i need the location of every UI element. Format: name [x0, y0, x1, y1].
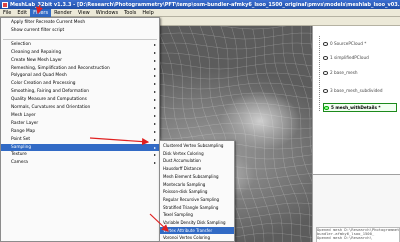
menu-item-label: Mesh Layer	[11, 112, 36, 118]
filters-item-selection[interactable]: Selection ▸	[1, 41, 159, 48]
sampling-item-mesh-element-subsampling[interactable]: Mesh Element Subsampling	[160, 173, 234, 181]
filters-item-quality-measure-and-computations[interactable]: Quality Measure and Computations ▸	[1, 96, 159, 103]
sampling-item-texel-sampling[interactable]: Texel Sampling	[160, 211, 234, 219]
sampling-item-regular-recursive-sampling[interactable]: Regular Recursive Sampling	[160, 196, 234, 204]
submenu-arrow-icon: ▸	[153, 152, 156, 158]
sampling-item-clustered-vertex-subsampling[interactable]: Clustered Vertex Subsampling	[160, 142, 234, 150]
menu-windows[interactable]: Windows	[93, 9, 121, 17]
submenu-arrow-icon: ▸	[153, 120, 156, 126]
layer-item[interactable]: 1 simplifiedPCloud	[323, 53, 397, 62]
menu-item-label: Polygonal and Quad Mesh	[11, 73, 67, 79]
sampling-item-stratified-triangle-sampling[interactable]: Stratified Triangle Sampling	[160, 204, 234, 212]
menu-item-label: Show current filter script	[11, 27, 65, 33]
menu-filters[interactable]: Filters	[30, 8, 52, 17]
menu-item-label: Raster Layer	[11, 120, 39, 126]
submenu-arrow-icon: ▸	[153, 57, 156, 63]
filters-item-sampling[interactable]: Sampling ▸	[1, 143, 159, 151]
submenu-arrow-icon: ▸	[153, 112, 156, 118]
visibility-eye-icon[interactable]	[324, 105, 329, 110]
filters-menu: Apply filter Recreate Current Mesh Show c…	[0, 17, 160, 242]
filters-item-color-creation-and-processing[interactable]: Color Creation and Processing ▸	[1, 80, 159, 87]
sampling-item-variable-density-disk-sampling[interactable]: Variable Density Disk Sampling	[160, 219, 234, 227]
menu-help[interactable]: Help	[139, 9, 156, 17]
submenu-arrow-icon: ▸	[153, 128, 156, 134]
sampling-item-dust-accumulation[interactable]: Dust Accumulation	[160, 157, 234, 165]
filters-item-apply-filter-recreate-current-mesh[interactable]: Apply filter Recreate Current Mesh	[1, 19, 159, 26]
submenu-arrow-icon: ▸	[153, 73, 156, 79]
layer-label: 0 SourcePCloud *	[330, 41, 367, 46]
layer-label: 2 base_mesh	[330, 70, 358, 75]
filters-item-texture[interactable]: Texture ▸	[1, 151, 159, 158]
submenu-arrow-icon: ▸	[153, 89, 156, 95]
menu-file[interactable]: File	[0, 9, 14, 17]
submenu-arrow-icon: ▸	[153, 81, 156, 87]
filters-item-mesh-layer[interactable]: Mesh Layer ▸	[1, 112, 159, 119]
menu-separator	[3, 38, 157, 40]
submenu-arrow-icon: ▸	[153, 105, 156, 110]
visibility-eye-icon[interactable]	[323, 70, 328, 75]
filters-item-point-set[interactable]: Point Set ▸	[1, 136, 159, 143]
layer-label: 1 simplifiedPCloud	[330, 55, 369, 60]
menu-item-label: Quality Measure and Computations	[11, 97, 87, 103]
layer-label: 3 base_mesh_subdivided	[330, 88, 383, 93]
window-title: MeshLab_32bit v1.3.3 - [D:\Research\Phot…	[10, 1, 400, 8]
sampling-item-montecarlo-sampling[interactable]: Montecarlo Sampling	[160, 181, 234, 189]
sampling-item-hausdorff-distance[interactable]: Hausdorff Distance	[160, 165, 234, 173]
filters-item-normals-curvatures-and-orientation[interactable]: Normals, Curvatures and Orientation ▸	[1, 104, 159, 111]
menu-view[interactable]: View	[75, 9, 93, 17]
filters-item-raster-layer[interactable]: Raster Layer ▸	[1, 120, 159, 127]
sampling-item-poisson-disk-sampling[interactable]: Poisson-disk Sampling	[160, 188, 234, 196]
menu-bar: File Edit Filters Render View Windows Tools Hel…	[0, 8, 400, 17]
sampling-item-disk-vertex-coloring[interactable]: Disk Vertex Coloring	[160, 150, 234, 158]
menu-render[interactable]: Render	[51, 9, 75, 17]
log-output: Opened mesh D:\Research\Photogrammetry\P…	[316, 227, 400, 242]
layer-item[interactable]: 5 mesh_withDetails *	[323, 103, 397, 112]
menu-item-label: Remeshing, Simplification and Reconstruc…	[11, 65, 110, 71]
menu-edit[interactable]: Edit	[14, 9, 30, 17]
layer-label: 5 mesh_withDetails *	[331, 105, 381, 110]
visibility-eye-icon[interactable]	[323, 88, 328, 93]
visibility-eye-icon[interactable]	[323, 55, 328, 60]
submenu-arrow-icon: ▸	[153, 160, 156, 166]
submenu-arrow-icon: ▸	[153, 97, 156, 103]
filters-item-polygonal-and-quad-mesh[interactable]: Polygonal and Quad Mesh ▸	[1, 72, 159, 79]
menu-item-label: Camera	[11, 160, 28, 166]
filters-item-smoothing-fairing-and-deformation[interactable]: Smoothing, Fairing and Deformation ▸	[1, 88, 159, 95]
menu-item-label: Apply filter Recreate Current Mesh	[11, 20, 86, 25]
layer-item[interactable]: 3 base_mesh_subdivided	[323, 86, 397, 95]
menu-item-label: Normals, Curvatures and Orientation	[11, 105, 91, 110]
menu-item-label: Create New Mesh Layer	[11, 57, 63, 63]
sampling-item-voronoi-vertex-coloring[interactable]: Voronoi Vertex Coloring	[160, 234, 234, 242]
log-line: Opened mesh D:\Research\	[317, 235, 372, 240]
filters-item-camera[interactable]: Camera ▸	[1, 159, 159, 166]
menu-item-label: Point Set	[11, 136, 31, 142]
meshlab-app-icon	[2, 1, 8, 8]
filters-item-create-new-mesh-layer[interactable]: Create New Mesh Layer ▸	[1, 57, 159, 64]
submenu-arrow-icon: ▸	[153, 144, 156, 150]
layer-item[interactable]: 2 base_mesh	[323, 68, 397, 77]
menu-item-label: Texture	[11, 152, 27, 158]
log-panel: Opened mesh D:\Research\Photogrammetry\P…	[312, 174, 400, 242]
submenu-arrow-icon: ▸	[153, 136, 156, 142]
layer-panel: 0 SourcePCloud * 1 simplifiedPCloud 2 base…	[312, 26, 400, 174]
layer-item[interactable]: 0 SourcePCloud *	[323, 39, 397, 48]
visibility-eye-icon[interactable]	[323, 41, 328, 46]
filters-item-cleaning-and-repairing[interactable]: Cleaning and Repairing ▸	[1, 49, 159, 56]
menu-item-label: Cleaning and Repairing	[11, 49, 62, 55]
menu-item-label: Range Map	[11, 128, 36, 134]
layer-tree-line	[319, 36, 320, 111]
filters-item-show-current-filter-script[interactable]: Show current filter script	[1, 27, 159, 34]
submenu-arrow-icon: ▸	[153, 41, 156, 47]
filters-item-remeshing-simplification-and-reconstruction[interactable]: Remeshing, Simplification and Reconstruc…	[1, 65, 159, 72]
menu-item-label: Color Creation and Processing	[11, 81, 76, 87]
submenu-arrow-icon: ▸	[153, 49, 156, 55]
filters-item-range-map[interactable]: Range Map ▸	[1, 128, 159, 135]
menu-item-label: Sampling	[11, 144, 32, 150]
submenu-arrow-icon: ▸	[153, 65, 156, 71]
menu-item-label: Selection	[11, 41, 31, 47]
menu-tools[interactable]: Tools	[121, 9, 139, 17]
sampling-submenu: Clustered Vertex Subsampling Disk Vertex …	[159, 140, 235, 242]
sampling-item-vertex-attribute-transfer[interactable]: Vertex Attribute Transfer	[160, 226, 234, 235]
menu-item-label: Smoothing, Fairing and Deformation	[11, 89, 89, 95]
